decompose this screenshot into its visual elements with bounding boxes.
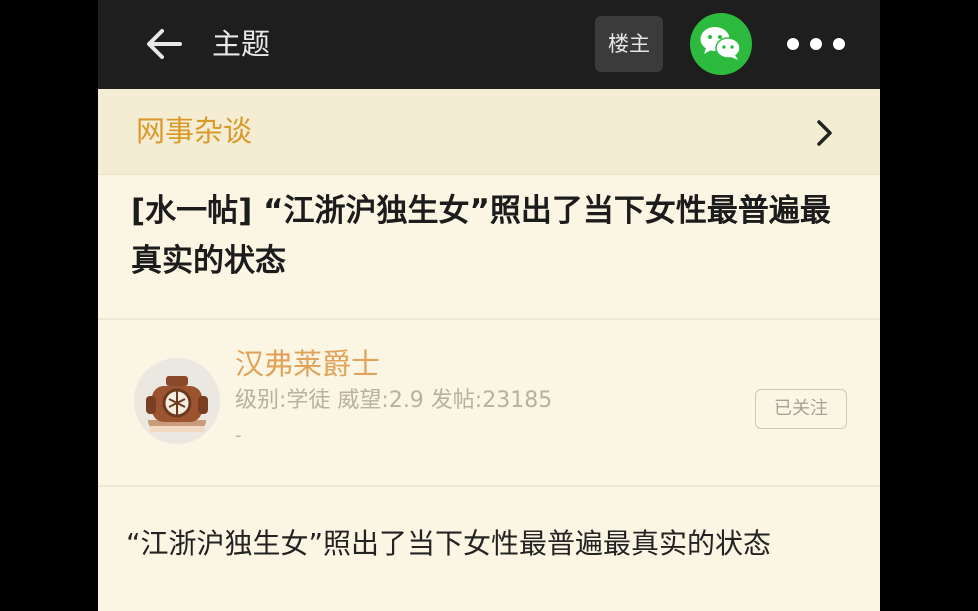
diving-helmet-avatar (134, 358, 220, 444)
avatar[interactable] (134, 358, 220, 444)
category-name: 网事杂谈 (136, 114, 253, 148)
arrow-left-icon[interactable] (142, 24, 186, 64)
post-body: “江浙沪独生女”照出了当下女性最普遍最真实的状态 (126, 527, 772, 560)
divider (98, 485, 880, 487)
follow-button[interactable]: 已关注 (755, 389, 847, 429)
post-title: [水一帖] “江浙沪独生女”照出了当下女性最普遍最真实的状态 (131, 193, 831, 279)
forum-category-link[interactable]: 网事杂谈 (98, 89, 880, 175)
app-screen: 主题 楼主 网事杂谈 [水一帖] “江浙沪独生女”照出了当下女性最普遍最真实的状… (98, 0, 880, 611)
page-title: 主题 (212, 27, 271, 61)
author-signature: - (235, 425, 242, 446)
author-stats: 级别:学徒 威望:2.9 发帖:23185 (235, 388, 553, 413)
op-only-button[interactable]: 楼主 (595, 16, 663, 72)
wechat-share-button[interactable] (690, 13, 752, 75)
author-name[interactable]: 汉弗莱爵士 (235, 346, 380, 382)
top-nav-bar: 主题 楼主 (98, 0, 880, 89)
wechat-icon (700, 27, 741, 60)
more-horizontal-icon[interactable] (786, 30, 846, 58)
chevron-right-icon (817, 120, 832, 146)
author-info: 汉弗莱爵士 级别:学徒 威望:2.9 发帖:23185 - 已关注 (98, 320, 880, 485)
